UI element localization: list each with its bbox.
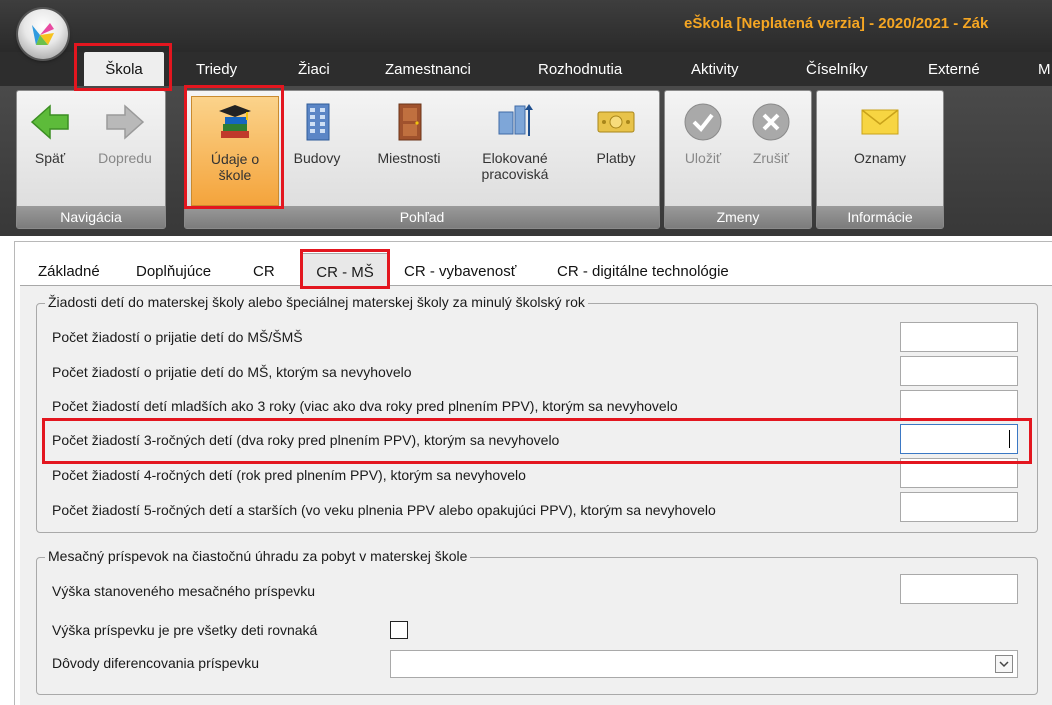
rooms-button[interactable]: Miestnosti <box>366 100 452 166</box>
under3-rejected-label: Počet žiadostí detí mladších ako 3 roky … <box>52 398 678 414</box>
back-label: Späť <box>34 150 66 166</box>
back-button[interactable]: Späť <box>22 100 78 166</box>
app-menu-button[interactable] <box>18 9 68 59</box>
school-info-label-1: Údaje o <box>210 151 260 167</box>
equal-fee-label: Výška príspevku je pre všetky deti rovna… <box>52 622 318 638</box>
remote-sites-label-2: pracoviská <box>481 166 549 182</box>
save-label: Uložiť <box>684 150 722 166</box>
buildings-button[interactable]: Budovy <box>286 100 348 166</box>
fee-reasons-select[interactable] <box>390 650 1018 678</box>
envelope-icon <box>861 109 899 135</box>
tab-doplnujuce[interactable]: Doplňujúce <box>136 263 211 280</box>
group-label-changes: Zmeny <box>665 206 811 228</box>
age5-rejected-label: Počet žiadostí 5-ročných detí a starších… <box>52 502 716 518</box>
arrow-left-icon <box>30 104 69 140</box>
cancel-button[interactable]: Zrušiť <box>740 100 802 166</box>
tab-skola[interactable]: Škola <box>84 52 164 88</box>
under3-rejected-input[interactable] <box>900 390 1018 420</box>
arrow-right-icon <box>106 104 145 140</box>
rooms-label: Miestnosti <box>377 150 441 166</box>
close-icon <box>752 103 790 141</box>
payments-button[interactable]: Platby <box>584 100 648 166</box>
text-caret <box>1009 430 1010 448</box>
tab-cr-ms[interactable]: CR - MŠ <box>302 253 388 288</box>
forward-label: Dopredu <box>98 150 152 166</box>
group-label-view: Pohľad <box>185 206 659 228</box>
dropdown-toggle[interactable] <box>995 655 1013 673</box>
tab-zamestnanci[interactable]: Zamestnanci <box>385 61 471 78</box>
tab-cr-digital[interactable]: CR - digitálne technológie <box>557 263 729 280</box>
applications-rejected-label: Počet žiadostí o prijatie detí do MŠ, kt… <box>52 364 412 380</box>
chevron-down-icon <box>999 661 1009 668</box>
tab-rozhodnutia[interactable]: Rozhodnutia <box>538 61 622 78</box>
applications-total-input[interactable] <box>900 322 1018 352</box>
cancel-label: Zrušiť <box>752 150 790 166</box>
tab-triedy[interactable]: Triedy <box>196 61 237 78</box>
tab-ziaci[interactable]: Žiaci <box>298 61 330 78</box>
tab-more[interactable]: M <box>1038 61 1051 78</box>
tab-aktivity[interactable]: Aktivity <box>691 61 739 78</box>
group-label-info: Informácie <box>817 206 943 228</box>
applications-rejected-input[interactable] <box>900 356 1018 386</box>
money-icon <box>597 111 635 133</box>
age4-rejected-label: Počet žiadostí 4-ročných detí (rok pred … <box>52 467 526 483</box>
buildings-label: Budovy <box>293 150 341 166</box>
age3-rejected-input[interactable] <box>900 424 1018 454</box>
app-logo-icon <box>32 23 54 45</box>
applications-legend: Žiadosti detí do materskej školy alebo š… <box>45 294 588 310</box>
fee-amount-input[interactable] <box>900 574 1018 604</box>
fee-reasons-label: Dôvody diferencovania príspevku <box>52 655 260 671</box>
remote-buildings-icon <box>498 104 533 136</box>
title-bar: eŠkola [Neplatená verzia] - 2020/2021 - … <box>0 0 1052 52</box>
school-info-button[interactable]: Údaje o škole <box>191 96 279 206</box>
equal-fee-checkbox[interactable] <box>390 621 408 639</box>
tab-externe[interactable]: Externé <box>928 61 980 78</box>
tab-zakladne[interactable]: Základné <box>38 263 100 280</box>
payments-label: Platby <box>596 150 636 166</box>
building-icon <box>306 103 330 141</box>
fee-legend: Mesačný príspevok na čiastočnú úhradu za… <box>45 548 471 564</box>
window-title: eŠkola [Neplatená verzia] - 2020/2021 - … <box>684 15 989 32</box>
age4-rejected-input[interactable] <box>900 458 1018 488</box>
tab-cr[interactable]: CR <box>253 263 275 280</box>
age5-rejected-input[interactable] <box>900 492 1018 522</box>
fee-amount-label: Výška stanoveného mesačného príspevku <box>52 583 316 599</box>
group-label-navigation: Navigácia <box>17 206 165 228</box>
forward-button[interactable]: Dopredu <box>90 100 160 166</box>
save-button[interactable]: Uložiť <box>672 100 734 166</box>
notices-button[interactable]: Oznamy <box>838 100 922 166</box>
remote-sites-button[interactable]: Elokované pracoviská <box>468 100 562 182</box>
door-icon <box>398 103 422 141</box>
checkmark-icon <box>684 103 722 141</box>
graduation-books-icon <box>219 105 251 138</box>
remote-sites-label-1: Elokované <box>482 150 548 166</box>
notices-label: Oznamy <box>853 150 907 166</box>
applications-total-label: Počet žiadostí o prijatie detí do MŠ/ŠMŠ <box>52 329 303 345</box>
tab-ciselniky[interactable]: Číselníky <box>806 61 868 78</box>
age3-rejected-label: Počet žiadostí 3-ročných detí (dva roky … <box>52 432 560 448</box>
tab-cr-vybavenost[interactable]: CR - vybavenosť <box>404 263 516 280</box>
school-info-label-2: škole <box>218 167 252 183</box>
